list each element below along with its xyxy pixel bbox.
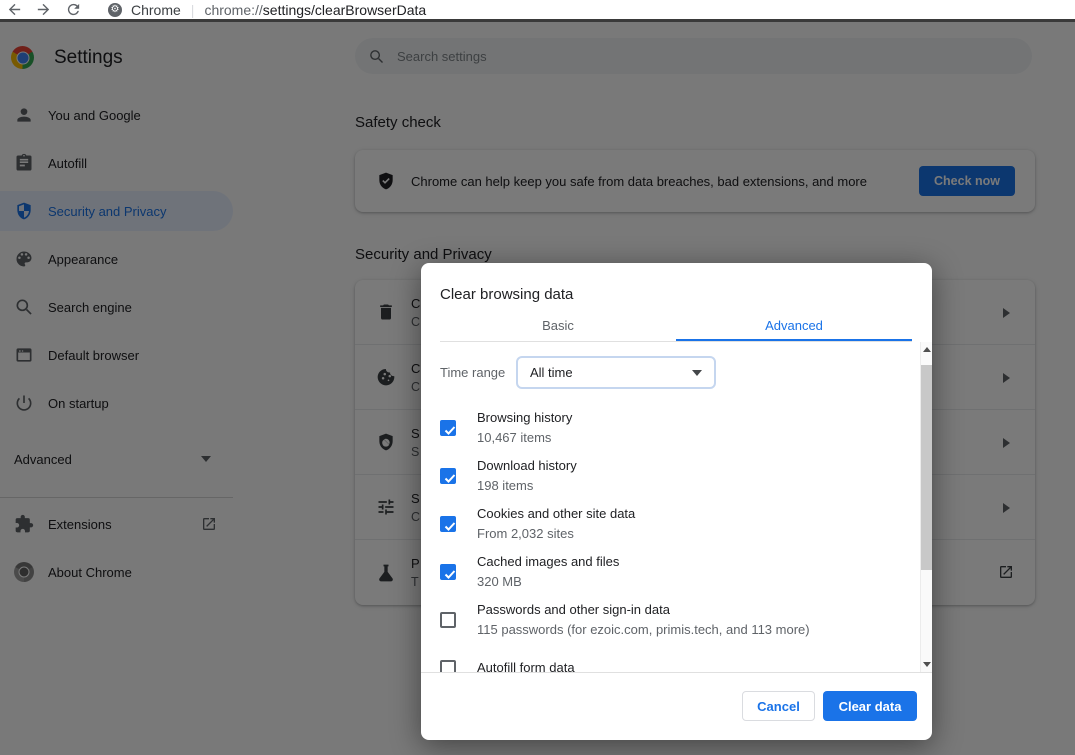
item-label: Cookies and other site data [477,504,635,524]
checkbox[interactable] [440,468,456,484]
item-passwords[interactable]: Passwords and other sign-in data115 pass… [440,596,932,644]
scroll-up-icon[interactable] [921,344,932,356]
url-separator: | [191,2,195,18]
checkbox[interactable] [440,564,456,580]
tab-title: Chrome [131,2,181,18]
item-label: Passwords and other sign-in data [477,600,810,620]
scrollbar-thumb[interactable] [921,365,932,570]
item-label: Download history [477,456,577,476]
scroll-down-icon[interactable] [921,658,932,670]
dialog-scrollbar[interactable] [920,342,932,672]
url-bar[interactable]: chrome://settings/clearBrowserData [204,2,426,18]
url-path: settings/clearBrowserData [263,2,426,18]
settings-favicon-icon: ⚙ [108,3,122,17]
item-autofill-form-data[interactable]: Autofill form data [440,644,932,672]
cancel-button[interactable]: Cancel [742,691,815,721]
back-icon[interactable] [6,1,23,18]
dialog-body: Time range All time Browsing history10,4… [421,342,932,672]
item-cached-images[interactable]: Cached images and files320 MB [440,548,932,596]
dialog-tabs: Basic Advanced [440,313,912,342]
dialog-footer: Cancel Clear data [421,672,932,739]
item-download-history[interactable]: Download history198 items [440,452,932,500]
tab-basic[interactable]: Basic [440,313,676,341]
dialog-title: Clear browsing data [440,285,912,305]
item-label: Autofill form data [477,658,575,672]
checkbox[interactable] [440,660,456,672]
item-detail: 115 passwords (for ezoic.com, primis.tec… [477,620,810,640]
reload-icon[interactable] [65,1,82,18]
clear-browsing-data-dialog: Clear browsing data Basic Advanced Time … [421,263,932,740]
url-scheme: chrome:// [204,2,262,18]
item-detail: 10,467 items [477,428,572,448]
checkbox[interactable] [440,516,456,532]
forward-icon[interactable] [35,1,52,18]
item-label: Browsing history [477,408,572,428]
data-types-list: Browsing history10,467 items Download hi… [440,404,932,672]
time-range-label: Time range [440,365,516,380]
time-range-row: Time range All time [440,356,932,389]
tab-advanced[interactable]: Advanced [676,313,912,341]
item-label: Cached images and files [477,552,619,572]
checkbox[interactable] [440,612,456,628]
item-detail: 198 items [477,476,577,496]
clear-data-button[interactable]: Clear data [823,691,917,721]
item-browsing-history[interactable]: Browsing history10,467 items [440,404,932,452]
dialog-header: Clear browsing data Basic Advanced [421,263,932,342]
item-detail: 320 MB [477,572,619,592]
browser-toolbar: ⚙ Chrome | chrome://settings/clearBrowse… [0,0,1075,22]
item-detail: From 2,032 sites [477,524,635,544]
time-range-select[interactable]: All time [516,356,716,389]
checkbox[interactable] [440,420,456,436]
dropdown-caret-icon [692,370,702,376]
item-cookies[interactable]: Cookies and other site dataFrom 2,032 si… [440,500,932,548]
time-range-value: All time [530,365,573,380]
